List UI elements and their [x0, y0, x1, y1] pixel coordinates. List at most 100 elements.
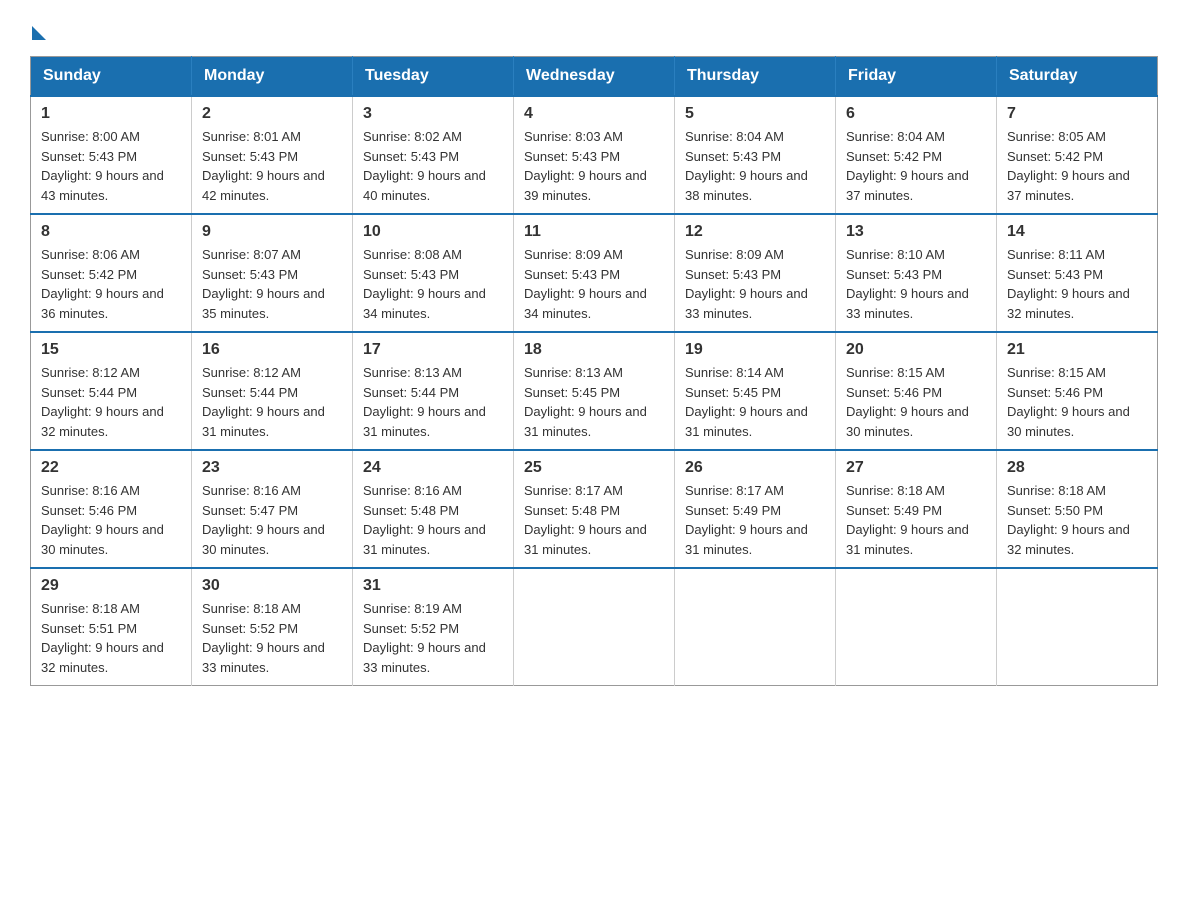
- day-cell: [997, 568, 1158, 686]
- week-row-3: 15Sunrise: 8:12 AMSunset: 5:44 PMDayligh…: [31, 332, 1158, 450]
- day-cell: 13 Sunrise: 8:10 AMSunset: 5:43 PMDayligh…: [836, 214, 997, 332]
- day-number: 28: [1007, 459, 1147, 477]
- day-cell: 20 Sunrise: 8:15 AMSunset: 5:46 PMDayligh…: [836, 332, 997, 450]
- day-info: Sunrise: 8:17 AMSunset: 5:48 PMDaylight:…: [524, 481, 664, 559]
- day-cell: 24Sunrise: 8:16 AMSunset: 5:48 PMDayligh…: [353, 450, 514, 568]
- day-info: Sunrise: 8:13 AMSunset: 5:44 PMDaylight:…: [363, 363, 503, 441]
- day-number: 31: [363, 577, 503, 595]
- calendar-body: 1 Sunrise: 8:00 AMSunset: 5:43 PMDaylight…: [31, 96, 1158, 686]
- header-saturday: Saturday: [997, 57, 1158, 97]
- day-cell: 18Sunrise: 8:13 AMSunset: 5:45 PMDayligh…: [514, 332, 675, 450]
- day-info: Sunrise: 8:15 AMSunset: 5:46 PMDaylight:…: [1007, 363, 1147, 441]
- day-cell: 25 Sunrise: 8:17 AMSunset: 5:48 PMDayligh…: [514, 450, 675, 568]
- day-cell: 22 Sunrise: 8:16 AMSunset: 5:46 PMDayligh…: [31, 450, 192, 568]
- day-info: Sunrise: 8:12 AMSunset: 5:44 PMDaylight:…: [41, 363, 181, 441]
- day-number: 25: [524, 459, 664, 477]
- day-cell: [675, 568, 836, 686]
- day-number: 26: [685, 459, 825, 477]
- day-info: Sunrise: 8:03 AMSunset: 5:43 PMDaylight:…: [524, 127, 664, 205]
- day-info: Sunrise: 8:18 AMSunset: 5:49 PMDaylight:…: [846, 481, 986, 559]
- day-info: Sunrise: 8:18 AMSunset: 5:51 PMDaylight:…: [41, 599, 181, 677]
- day-info: Sunrise: 8:11 AMSunset: 5:43 PMDaylight:…: [1007, 245, 1147, 323]
- day-number: 19: [685, 341, 825, 359]
- day-number: 2: [202, 105, 342, 123]
- header-friday: Friday: [836, 57, 997, 97]
- header-tuesday: Tuesday: [353, 57, 514, 97]
- calendar-table: SundayMondayTuesdayWednesdayThursdayFrid…: [30, 56, 1158, 686]
- day-number: 8: [41, 223, 181, 241]
- day-cell: 29 Sunrise: 8:18 AMSunset: 5:51 PMDayligh…: [31, 568, 192, 686]
- day-number: 11: [524, 223, 664, 241]
- day-number: 17: [363, 341, 503, 359]
- day-info: Sunrise: 8:10 AMSunset: 5:43 PMDaylight:…: [846, 245, 986, 323]
- day-cell: 11 Sunrise: 8:09 AMSunset: 5:43 PMDayligh…: [514, 214, 675, 332]
- day-number: 4: [524, 105, 664, 123]
- header-sunday: Sunday: [31, 57, 192, 97]
- day-info: Sunrise: 8:19 AMSunset: 5:52 PMDaylight:…: [363, 599, 503, 677]
- day-number: 13: [846, 223, 986, 241]
- day-info: Sunrise: 8:00 AMSunset: 5:43 PMDaylight:…: [41, 127, 181, 205]
- day-cell: [514, 568, 675, 686]
- day-info: Sunrise: 8:14 AMSunset: 5:45 PMDaylight:…: [685, 363, 825, 441]
- day-info: Sunrise: 8:09 AMSunset: 5:43 PMDaylight:…: [524, 245, 664, 323]
- logo-arrow-icon: [32, 26, 46, 40]
- header-wednesday: Wednesday: [514, 57, 675, 97]
- header-monday: Monday: [192, 57, 353, 97]
- day-number: 21: [1007, 341, 1147, 359]
- day-info: Sunrise: 8:12 AMSunset: 5:44 PMDaylight:…: [202, 363, 342, 441]
- day-info: Sunrise: 8:04 AMSunset: 5:42 PMDaylight:…: [846, 127, 986, 205]
- day-number: 29: [41, 577, 181, 595]
- day-cell: 2 Sunrise: 8:01 AMSunset: 5:43 PMDaylight…: [192, 96, 353, 214]
- day-number: 14: [1007, 223, 1147, 241]
- day-cell: 21 Sunrise: 8:15 AMSunset: 5:46 PMDayligh…: [997, 332, 1158, 450]
- day-info: Sunrise: 8:07 AMSunset: 5:43 PMDaylight:…: [202, 245, 342, 323]
- day-cell: 31 Sunrise: 8:19 AMSunset: 5:52 PMDayligh…: [353, 568, 514, 686]
- day-info: Sunrise: 8:09 AMSunset: 5:43 PMDaylight:…: [685, 245, 825, 323]
- week-row-1: 1 Sunrise: 8:00 AMSunset: 5:43 PMDaylight…: [31, 96, 1158, 214]
- logo: [30, 20, 46, 36]
- week-row-2: 8 Sunrise: 8:06 AMSunset: 5:42 PMDaylight…: [31, 214, 1158, 332]
- day-cell: 8 Sunrise: 8:06 AMSunset: 5:42 PMDaylight…: [31, 214, 192, 332]
- page-header: [30, 20, 1158, 36]
- day-info: Sunrise: 8:06 AMSunset: 5:42 PMDaylight:…: [41, 245, 181, 323]
- day-cell: 19 Sunrise: 8:14 AMSunset: 5:45 PMDayligh…: [675, 332, 836, 450]
- day-number: 24: [363, 459, 503, 477]
- day-number: 3: [363, 105, 503, 123]
- day-info: Sunrise: 8:16 AMSunset: 5:46 PMDaylight:…: [41, 481, 181, 559]
- day-number: 20: [846, 341, 986, 359]
- day-number: 27: [846, 459, 986, 477]
- day-number: 22: [41, 459, 181, 477]
- day-info: Sunrise: 8:17 AMSunset: 5:49 PMDaylight:…: [685, 481, 825, 559]
- day-info: Sunrise: 8:02 AMSunset: 5:43 PMDaylight:…: [363, 127, 503, 205]
- day-cell: 6 Sunrise: 8:04 AMSunset: 5:42 PMDaylight…: [836, 96, 997, 214]
- day-cell: 27 Sunrise: 8:18 AMSunset: 5:49 PMDayligh…: [836, 450, 997, 568]
- day-cell: 10Sunrise: 8:08 AMSunset: 5:43 PMDayligh…: [353, 214, 514, 332]
- day-info: Sunrise: 8:16 AMSunset: 5:47 PMDaylight:…: [202, 481, 342, 559]
- header-row: SundayMondayTuesdayWednesdayThursdayFrid…: [31, 57, 1158, 97]
- day-cell: 14 Sunrise: 8:11 AMSunset: 5:43 PMDayligh…: [997, 214, 1158, 332]
- day-info: Sunrise: 8:04 AMSunset: 5:43 PMDaylight:…: [685, 127, 825, 205]
- day-cell: 9Sunrise: 8:07 AMSunset: 5:43 PMDaylight…: [192, 214, 353, 332]
- day-number: 7: [1007, 105, 1147, 123]
- day-info: Sunrise: 8:15 AMSunset: 5:46 PMDaylight:…: [846, 363, 986, 441]
- day-info: Sunrise: 8:18 AMSunset: 5:52 PMDaylight:…: [202, 599, 342, 677]
- day-number: 18: [524, 341, 664, 359]
- day-number: 23: [202, 459, 342, 477]
- week-row-5: 29 Sunrise: 8:18 AMSunset: 5:51 PMDayligh…: [31, 568, 1158, 686]
- calendar-header: SundayMondayTuesdayWednesdayThursdayFrid…: [31, 57, 1158, 97]
- day-cell: 30Sunrise: 8:18 AMSunset: 5:52 PMDayligh…: [192, 568, 353, 686]
- week-row-4: 22 Sunrise: 8:16 AMSunset: 5:46 PMDayligh…: [31, 450, 1158, 568]
- day-number: 6: [846, 105, 986, 123]
- day-cell: 26 Sunrise: 8:17 AMSunset: 5:49 PMDayligh…: [675, 450, 836, 568]
- day-cell: 5 Sunrise: 8:04 AMSunset: 5:43 PMDaylight…: [675, 96, 836, 214]
- day-cell: 4 Sunrise: 8:03 AMSunset: 5:43 PMDaylight…: [514, 96, 675, 214]
- day-cell: 1 Sunrise: 8:00 AMSunset: 5:43 PMDaylight…: [31, 96, 192, 214]
- header-thursday: Thursday: [675, 57, 836, 97]
- day-number: 5: [685, 105, 825, 123]
- day-cell: [836, 568, 997, 686]
- day-number: 1: [41, 105, 181, 123]
- day-cell: 28Sunrise: 8:18 AMSunset: 5:50 PMDayligh…: [997, 450, 1158, 568]
- day-info: Sunrise: 8:01 AMSunset: 5:43 PMDaylight:…: [202, 127, 342, 205]
- day-number: 10: [363, 223, 503, 241]
- day-cell: 3 Sunrise: 8:02 AMSunset: 5:43 PMDaylight…: [353, 96, 514, 214]
